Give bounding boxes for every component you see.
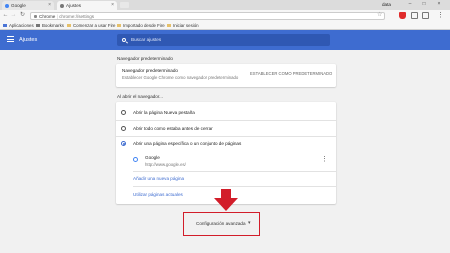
option-specific-pages-label: Abrir una página específica o un conjunt…: [133, 141, 242, 146]
page-title: Ajustes: [19, 37, 38, 43]
new-tab-button[interactable]: [120, 2, 129, 8]
maximize-icon[interactable]: □: [419, 0, 429, 9]
search-placeholder: Buscar ajustes: [131, 37, 162, 42]
startup-page-url: http://www.google.es/: [145, 162, 186, 167]
folder-icon: [117, 24, 121, 27]
option-new-tab-label: Abrir la página Nueva pestaña: [133, 110, 195, 115]
tab-label: Ajustes: [66, 3, 82, 8]
close-tab-icon[interactable]: ×: [48, 1, 51, 10]
startup-page-name: Google: [145, 155, 160, 160]
divider: [116, 136, 336, 137]
divider: [133, 186, 336, 187]
google-favicon-icon: [5, 3, 9, 8]
advanced-settings-button[interactable]: Configuración avanzada: [196, 221, 246, 226]
extension-shield-icon[interactable]: [399, 12, 406, 19]
user-profile-name[interactable]: data: [382, 0, 391, 9]
section-title-default-browser: Navegador predeterminado: [117, 56, 173, 61]
radio-continue[interactable]: [121, 126, 126, 131]
radio-specific-pages[interactable]: [121, 141, 126, 146]
use-current-pages-link[interactable]: Utilizar páginas actuales: [133, 192, 183, 197]
more-actions-icon[interactable]: ⋮: [321, 156, 328, 164]
radio-new-tab[interactable]: [121, 110, 126, 115]
google-favicon-icon: [133, 157, 138, 162]
divider: [116, 120, 336, 121]
bookmark-item[interactable]: Bookmarks: [36, 21, 64, 30]
add-page-link[interactable]: Añadir una nueva página: [133, 176, 184, 181]
address-prefix: Chrome: [39, 13, 56, 19]
bookmark-item[interactable]: Comenzar a usar Fire: [67, 21, 115, 30]
extension-icon[interactable]: [422, 12, 429, 19]
menu-icon[interactable]: ⋮: [437, 10, 444, 21]
star-icon: [36, 24, 40, 27]
hamburger-menu-icon[interactable]: [7, 36, 14, 43]
address-url: chrome://settings: [59, 13, 95, 19]
forward-icon[interactable]: →: [10, 11, 17, 20]
search-input[interactable]: Buscar ajustes: [117, 34, 330, 46]
extension-icon[interactable]: [411, 12, 418, 19]
chevron-down-icon[interactable]: ▾: [248, 220, 251, 227]
divider: [133, 171, 336, 172]
address-bar[interactable]: Chrome | chrome://settings: [30, 11, 385, 20]
bookmark-item[interactable]: Aplicaciones: [3, 21, 34, 30]
bookmark-star-icon[interactable]: ☆: [377, 11, 382, 20]
reload-icon[interactable]: ↻: [19, 11, 26, 20]
tab-label: Google: [11, 3, 26, 8]
default-browser-description: Establecer Google Chrome como navegador …: [122, 75, 239, 80]
tab-google[interactable]: Google ×: [2, 1, 54, 10]
folder-icon: [67, 24, 71, 27]
back-icon[interactable]: ←: [2, 11, 9, 20]
default-browser-label: Navegador predeterminado: [122, 68, 178, 73]
apps-icon: [3, 24, 7, 27]
close-tab-icon[interactable]: ×: [111, 1, 114, 10]
folder-icon: [167, 24, 171, 27]
search-icon: [122, 37, 126, 42]
option-continue-label: Abrir todo como estaba antes de cerrar: [133, 126, 213, 131]
bookmark-item[interactable]: Importado desde Fire: [117, 21, 165, 30]
minimize-icon[interactable]: –: [405, 0, 415, 9]
set-default-button[interactable]: ESTABLECER COMO PREDETERMINADO: [250, 71, 332, 76]
tab-ajustes[interactable]: Ajustes ×: [57, 1, 117, 10]
section-title-startup: Al abrir el navegador...: [117, 94, 163, 99]
chrome-page-icon: [34, 14, 37, 18]
red-arrow-annotation-icon: [214, 189, 238, 211]
bookmark-item[interactable]: Iniciar sesión: [167, 21, 199, 30]
gear-icon: [60, 3, 64, 8]
close-window-icon[interactable]: ×: [434, 0, 444, 9]
